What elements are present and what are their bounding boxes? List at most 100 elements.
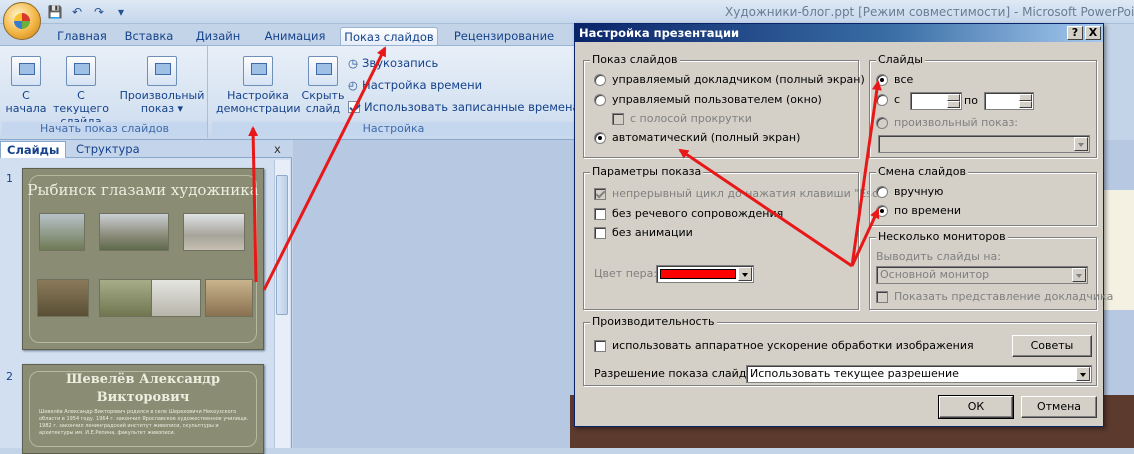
chevron-down-icon [1074, 137, 1088, 151]
group-setup-label: Настройка [212, 122, 575, 136]
save-icon[interactable]: 💾 [46, 4, 64, 20]
close-button[interactable]: X [1085, 26, 1101, 40]
radio-custom-show[interactable]: произвольный показ: [876, 116, 1018, 129]
advance-slides-group: Смена слайдов вручную по времени [869, 165, 1097, 226]
pane-tabs: Слайды Структура x [0, 140, 292, 158]
radio-label: управляемый докладчиком (полный экран) [612, 73, 865, 86]
radio-presenter[interactable]: управляемый докладчиком (полный экран) [594, 73, 865, 86]
slide-thumbnail-2[interactable]: Шевелёв Александр Викторович Шевелёв Але… [22, 364, 264, 454]
slides-legend: Слайды [876, 53, 925, 66]
checkbox-label: непрерывный цикл до нажатия клавиши "Esc… [612, 187, 884, 200]
radio-kiosk[interactable]: автоматический (полный экран) [594, 131, 800, 144]
checkbox-icon [348, 101, 360, 113]
tab-review[interactable]: Рецензирование [448, 27, 560, 46]
use-timings-checkbox[interactable]: Использовать записанные времена [348, 100, 580, 114]
slide-frame [29, 175, 257, 343]
undo-icon[interactable]: ↶ [68, 4, 86, 20]
tips-button[interactable]: Советы [1012, 335, 1092, 357]
dialog-title: Настройка презентации [575, 24, 1103, 42]
checkbox-icon [594, 207, 606, 220]
display-on-select[interactable]: Основной монитор [876, 266, 1088, 284]
office-button[interactable] [3, 2, 41, 40]
custom-show-select[interactable] [878, 135, 1090, 153]
group-setup: Настройка демонстрации Скрыть слайд ◷ Зв… [212, 46, 580, 138]
setup-show-button[interactable]: Настройка демонстрации [216, 56, 301, 115]
close-pane-icon[interactable]: x [268, 141, 287, 158]
customize-qat-icon[interactable]: ▾ [112, 4, 130, 20]
record-narration-button[interactable]: ◷ Звукозапись [348, 56, 438, 70]
from-current-icon [66, 56, 96, 86]
advance-legend: Смена слайдов [876, 165, 968, 178]
radio-manual[interactable]: вручную [876, 185, 943, 198]
radio-individual[interactable]: управляемый пользователем (окно) [594, 93, 822, 106]
help-button[interactable]: ? [1067, 26, 1083, 40]
painting-image [39, 213, 85, 251]
spin-up-icon[interactable] [947, 94, 960, 101]
pen-color-label: Цвет пера: [594, 267, 658, 280]
monitors-legend: Несколько мониторов [876, 230, 1008, 243]
scrollbar-checkbox[interactable]: с полосой прокрутки [612, 112, 752, 125]
painting-image [205, 279, 253, 317]
spin-up-icon[interactable] [1019, 94, 1032, 101]
tab-insert[interactable]: Вставка [118, 27, 180, 46]
radio-label: автоматический (полный экран) [612, 131, 801, 144]
spin-down-icon[interactable] [947, 101, 960, 108]
custom-show-icon [147, 56, 177, 86]
hide-slide-button[interactable]: Скрыть слайд [300, 56, 346, 115]
from-spinner[interactable] [910, 92, 962, 110]
slide-thumbnail-1[interactable]: Рыбинск глазами художника [22, 168, 264, 350]
checkbox-label: с полосой прокрутки [630, 112, 752, 125]
radio-icon [876, 204, 888, 217]
tab-home[interactable]: Главная [50, 27, 114, 46]
slide-number: 2 [6, 370, 13, 383]
tab-slideshow[interactable]: Показ слайдов [340, 27, 438, 46]
tab-design[interactable]: Дизайн [188, 27, 248, 46]
microphone-icon: ◷ [348, 56, 359, 70]
custom-show-button[interactable]: Произвольный показ ▾ [118, 56, 206, 115]
show-options-group: Параметры показа непрерывный цикл до наж… [583, 165, 883, 310]
multiple-monitors-group: Несколько мониторов Выводить слайды на: … [869, 230, 1113, 310]
painting-image [99, 213, 169, 251]
radio-label: произвольный показ: [894, 116, 1019, 129]
radio-icon [876, 93, 888, 106]
hide-slide-icon [308, 56, 338, 86]
pen-color-swatch [660, 269, 736, 279]
presenter-view-checkbox[interactable]: Показать представление докладчика [876, 290, 1113, 303]
pane-scrollbar-thumb[interactable] [276, 175, 288, 315]
hw-accel-checkbox[interactable]: использовать аппаратное ускорение обрабо… [594, 339, 974, 352]
painting-image [151, 279, 201, 317]
quick-access-toolbar: 💾 ↶ ↷ ▾ [46, 3, 130, 21]
checkbox-icon [876, 290, 888, 303]
no-animation-checkbox[interactable]: без анимации [594, 226, 693, 239]
rehearse-timings-button[interactable]: ◴ Настройка времени [348, 78, 482, 92]
chevron-down-icon [1072, 268, 1086, 282]
tab-outline[interactable]: Структура [70, 141, 146, 158]
tab-animation[interactable]: Анимация [256, 27, 334, 46]
resolution-value: Использовать текущее разрешение [750, 367, 959, 380]
from-start-button[interactable]: С начала [4, 56, 48, 115]
loop-checkbox[interactable]: непрерывный цикл до нажатия клавиши "Esc… [594, 187, 883, 200]
no-narration-checkbox[interactable]: без речевого сопровождения [594, 207, 783, 220]
radio-icon [876, 73, 888, 86]
radio-from[interactable]: с [876, 93, 900, 106]
ok-button[interactable]: ОК [938, 395, 1014, 419]
resolution-select[interactable]: Использовать текущее разрешение [746, 365, 1092, 383]
radio-label: вручную [894, 185, 944, 198]
slide-body-text: Шевелёв Александр Викторович родился в с… [39, 409, 249, 436]
to-spinner[interactable] [984, 92, 1034, 110]
performance-group: Производительность использовать аппаратн… [583, 315, 1097, 386]
cancel-button[interactable]: Отмена [1021, 396, 1097, 418]
tab-slides[interactable]: Слайды [0, 141, 67, 158]
radio-use-timings[interactable]: по времени [876, 204, 961, 217]
setup-show-dialog: Настройка презентации ? X Показ слайдов … [574, 23, 1113, 427]
show-type-legend: Показ слайдов [590, 53, 680, 66]
redo-icon[interactable]: ↷ [90, 4, 108, 20]
checkbox-label: использовать аппаратное ускорение обрабо… [612, 339, 974, 352]
from-current-button[interactable]: С текущего слайда [50, 56, 112, 128]
setup-show-icon [243, 56, 273, 86]
spin-down-icon[interactable] [1019, 101, 1032, 108]
radio-label: управляемый пользователем (окно) [612, 93, 822, 106]
pen-color-select[interactable] [656, 265, 754, 283]
checkbox-icon [612, 112, 624, 125]
radio-all[interactable]: все [876, 73, 913, 86]
